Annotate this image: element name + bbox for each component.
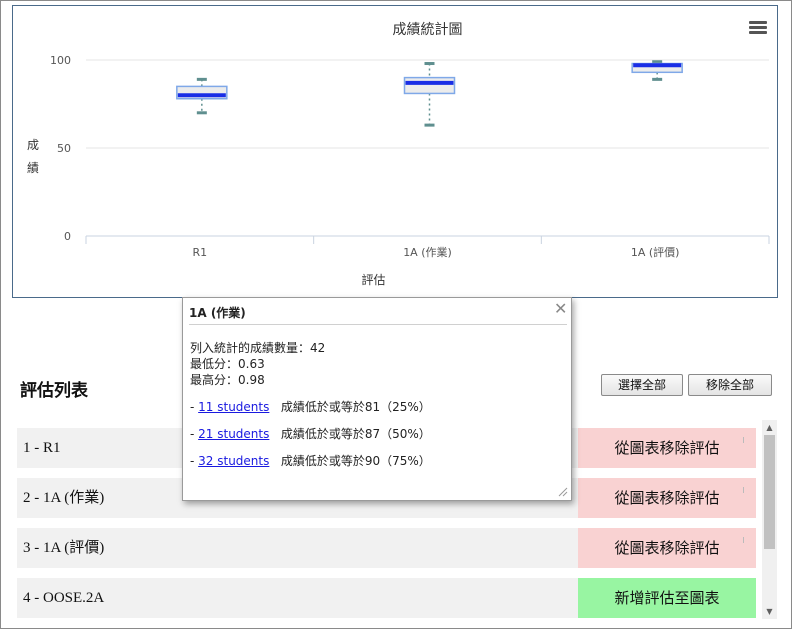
scroll-up-arrow-icon[interactable]: ▲ bbox=[762, 420, 777, 435]
students-link[interactable]: 21 students bbox=[198, 427, 269, 441]
row-text: 成績低於或等於87（50%） bbox=[280, 427, 431, 441]
list-item: 3 - 1A (評價) 從圖表移除評估 bbox=[17, 528, 756, 568]
row-text: 成績低於或等於90（75%） bbox=[280, 454, 431, 468]
tooltip-row: - 32 students 成績低於或等於90（75%） bbox=[190, 452, 431, 469]
y-tick-label: 50 bbox=[57, 142, 71, 155]
chart-canvas: 成績統計圖 0 50 100 成績 R1 1A (作業) 1A (評價) 評估 bbox=[27, 22, 770, 287]
row-text: 成績低於或等於81（25%） bbox=[280, 400, 431, 414]
button-label: 從圖表移除評估 bbox=[614, 539, 720, 557]
list-item-label: 2 - 1A (作業) bbox=[23, 490, 105, 506]
x-tick-label: 1A (作業) bbox=[403, 246, 452, 259]
y-tick-label: 0 bbox=[64, 230, 71, 243]
button-label: 從圖表移除評估 bbox=[614, 439, 720, 457]
y-axis-label: 績 bbox=[27, 161, 39, 175]
row-prefix: - bbox=[190, 454, 199, 468]
x-tick-label: R1 bbox=[193, 246, 208, 259]
remove-from-chart-button[interactable]: 從圖表移除評估 bbox=[578, 528, 756, 568]
scroll-down-arrow-icon[interactable]: ▼ bbox=[762, 604, 777, 619]
assessment-list-title: 評估列表 bbox=[20, 381, 88, 401]
tooltip-max: 最高分：0.98 bbox=[190, 373, 265, 387]
list-item-label: 3 - 1A (評價) bbox=[23, 540, 105, 556]
close-x-icon[interactable]: ✕ bbox=[554, 301, 567, 317]
box bbox=[403, 76, 456, 95]
score-chart: 成績統計圖 0 50 100 成績 R1 1A (作業) 1A (評價) 評估 bbox=[12, 5, 778, 298]
students-link[interactable]: 32 students bbox=[198, 454, 269, 468]
list-scrollbar[interactable]: ▲ ▼ bbox=[762, 420, 777, 619]
list-item-label: 1 - R1 bbox=[23, 440, 61, 456]
row-prefix: - bbox=[190, 400, 199, 414]
tooltip-row: - 11 students 成績低於或等於81（25%） bbox=[190, 398, 431, 415]
stats-tooltip: 1A (作業) ✕ 列入統計的成績數量：42 最低分：0.63 最高分：0.98… bbox=[182, 297, 572, 501]
x-axis-label: 評估 bbox=[361, 272, 385, 287]
hamburger-menu-icon[interactable] bbox=[749, 21, 767, 35]
students-link[interactable]: 11 students bbox=[198, 400, 269, 414]
tooltip-min: 最低分：0.63 bbox=[190, 357, 265, 371]
list-item: 4 - OOSE.2A 新增評估至圖表 bbox=[17, 578, 756, 618]
x-tick-label: 1A (評價) bbox=[631, 245, 680, 259]
remove-from-chart-button[interactable]: 從圖表移除評估 bbox=[578, 478, 756, 518]
y-axis-label: 成 bbox=[27, 138, 39, 152]
add-to-chart-button[interactable]: 新增評估至圖表 bbox=[578, 578, 756, 618]
tooltip-count: 列入統計的成績數量：42 bbox=[190, 341, 326, 355]
button-label: 從圖表移除評估 bbox=[614, 489, 720, 507]
select-all-button[interactable]: 選擇全部 bbox=[601, 374, 683, 396]
tooltip-row: - 21 students 成績低於或等於87（50%） bbox=[190, 425, 431, 442]
button-label: 新增評估至圖表 bbox=[614, 589, 720, 607]
tooltip-divider bbox=[189, 324, 567, 325]
remove-all-button[interactable]: 移除全部 bbox=[688, 374, 772, 396]
remove-from-chart-button[interactable]: 從圖表移除評估 bbox=[578, 428, 756, 468]
row-prefix: - bbox=[190, 427, 199, 441]
resize-handle-icon[interactable] bbox=[558, 487, 568, 497]
y-tick-label: 100 bbox=[50, 54, 71, 67]
tooltip-title: 1A (作業) bbox=[189, 306, 246, 320]
chart-title: 成績統計圖 bbox=[393, 22, 463, 38]
scrollbar-thumb[interactable] bbox=[764, 435, 775, 549]
list-item-label: 4 - OOSE.2A bbox=[23, 590, 105, 606]
